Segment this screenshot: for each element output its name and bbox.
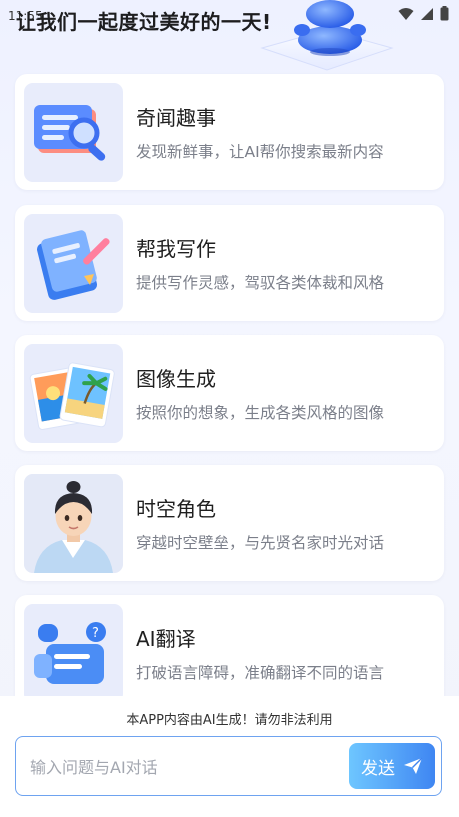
paper-plane-icon <box>404 757 423 774</box>
chat-input[interactable] <box>28 753 332 781</box>
signal-icon <box>421 7 433 20</box>
card-title: AI翻译 <box>136 627 196 651</box>
chat-input-box: 发送 <box>15 736 442 796</box>
card-description: 按照你的想象，生成各类风格的图像 <box>136 404 385 422</box>
card-title: 图像生成 <box>136 367 216 391</box>
svg-text:?: ? <box>92 626 99 641</box>
feature-card-translate[interactable]: ? AI翻译 打破语言障碍，准确翻译不同的语言 <box>15 595 444 711</box>
photo-gallery-icon <box>24 344 123 443</box>
translate-chat-icon: ? <box>24 604 123 703</box>
feature-card-writing[interactable]: 帮我写作 提供写作灵感，驾驭各类体裁和风格 <box>15 205 444 321</box>
bottom-input-panel: 本APP内容由AI生成！请勿非法利用 发送 <box>0 696 459 817</box>
status-icons <box>398 6 449 21</box>
page-headline: 让我们一起度过美好的一天! <box>16 10 272 34</box>
send-button[interactable]: 发送 <box>349 743 435 789</box>
feature-card-character[interactable]: 时空角色 穿越时空壁垒，与先贤名家时光对话 <box>15 465 444 581</box>
feature-card-news[interactable]: 奇闻趣事 发现新鲜事，让AI帮你搜索最新内容 <box>15 74 444 190</box>
ancient-character-avatar <box>24 474 123 573</box>
search-news-icon <box>24 83 123 182</box>
card-title: 帮我写作 <box>136 237 216 261</box>
card-title: 时空角色 <box>136 497 216 521</box>
send-button-label: 发送 <box>361 758 395 779</box>
battery-icon <box>440 6 449 21</box>
robot-mascot-image <box>260 0 394 71</box>
notebook-pen-icon <box>24 214 123 313</box>
card-description: 穿越时空壁垒，与先贤名家时光对话 <box>136 534 385 552</box>
card-description: 发现新鲜事，让AI帮你搜索最新内容 <box>136 143 384 161</box>
card-title: 奇闻趣事 <box>136 106 216 130</box>
card-description: 提供写作灵感，驾驭各类体裁和风格 <box>136 274 385 292</box>
feature-card-image[interactable]: 图像生成 按照你的想象，生成各类风格的图像 <box>15 335 444 451</box>
card-description: 打破语言障碍，准确翻译不同的语言 <box>136 664 385 682</box>
ai-content-notice: 本APP内容由AI生成！请勿非法利用 <box>126 713 333 728</box>
